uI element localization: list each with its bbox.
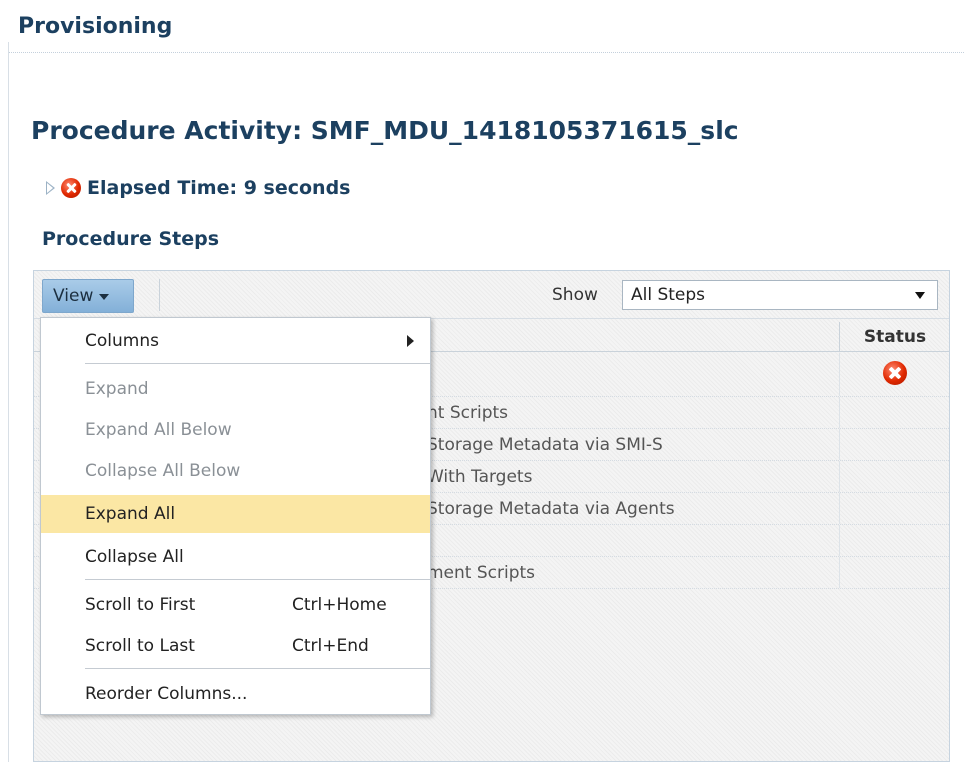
view-menu-button[interactable]: View xyxy=(42,279,134,313)
menu-item-label: Scroll to First xyxy=(85,595,196,615)
chevron-down-icon xyxy=(99,294,110,300)
toolbar-separator xyxy=(159,279,160,311)
table-toolbar: View Show All Steps xyxy=(34,271,949,319)
disclosure-triangle-icon[interactable] xyxy=(46,181,55,195)
menu-item-shortcut: Ctrl+End xyxy=(292,636,369,656)
view-dropdown-menu: Columns Expand Expand All Below Collapse… xyxy=(40,317,431,715)
menu-item-label: Scroll to Last xyxy=(85,636,195,656)
elapsed-time-row[interactable]: Elapsed Time: 9 seconds xyxy=(46,173,350,203)
step-name: ment Scripts xyxy=(427,563,536,583)
menu-item-scroll-to-last[interactable]: Scroll to Last Ctrl+End xyxy=(41,627,430,665)
menu-item-scroll-to-first[interactable]: Scroll to First Ctrl+Home xyxy=(41,586,430,624)
menu-item-label: Columns xyxy=(85,331,159,351)
status-cell xyxy=(839,429,950,460)
menu-item-label: Reorder Columns... xyxy=(85,684,248,704)
show-filter-select[interactable]: All Steps xyxy=(622,280,938,310)
menu-separator xyxy=(85,668,430,669)
menu-item-expand-all[interactable]: Expand All xyxy=(41,495,430,533)
elapsed-time-label: Elapsed Time: 9 seconds xyxy=(87,177,351,199)
status-cell xyxy=(839,397,950,428)
status-cell xyxy=(839,525,950,556)
step-name: nt Scripts xyxy=(427,403,509,423)
page-left-border xyxy=(8,42,9,762)
menu-item-label: Expand All xyxy=(85,504,176,524)
menu-separator xyxy=(85,363,430,364)
status-column-header[interactable]: Status xyxy=(839,322,950,352)
header-divider xyxy=(8,52,964,53)
menu-separator xyxy=(85,579,430,580)
status-cell xyxy=(839,353,950,396)
chevron-right-icon xyxy=(407,335,414,347)
menu-item-expand-all-below: Expand All Below xyxy=(41,411,430,449)
menu-item-columns[interactable]: Columns xyxy=(41,322,430,360)
status-cell xyxy=(839,461,950,492)
menu-item-reorder-columns[interactable]: Reorder Columns... xyxy=(41,675,430,713)
error-icon xyxy=(61,178,81,198)
menu-item-label: Expand All Below xyxy=(85,420,232,440)
error-icon xyxy=(883,361,907,385)
status-cell xyxy=(839,493,950,524)
show-filter-value: All Steps xyxy=(631,285,706,305)
show-label: Show xyxy=(552,285,598,305)
dropdown-arrow-icon xyxy=(915,292,925,299)
step-name: With Targets xyxy=(427,467,533,487)
step-name: Storage Metadata via Agents xyxy=(427,499,675,519)
menu-item-label: Collapse All Below xyxy=(85,461,241,481)
view-button-label: View xyxy=(53,286,94,306)
step-name: Storage Metadata via SMI-S xyxy=(427,435,663,455)
menu-item-collapse-all[interactable]: Collapse All xyxy=(41,538,430,576)
menu-item-expand: Expand xyxy=(41,370,430,408)
app-title: Provisioning xyxy=(18,14,173,39)
menu-item-shortcut: Ctrl+Home xyxy=(292,595,387,615)
page-title: Procedure Activity: SMF_MDU_141810537161… xyxy=(31,116,739,145)
menu-item-label: Collapse All xyxy=(85,547,184,567)
menu-item-collapse-all-below: Collapse All Below xyxy=(41,452,430,490)
procedure-steps-heading: Procedure Steps xyxy=(42,228,220,250)
status-cell xyxy=(839,557,950,588)
menu-item-label: Expand xyxy=(85,379,149,399)
